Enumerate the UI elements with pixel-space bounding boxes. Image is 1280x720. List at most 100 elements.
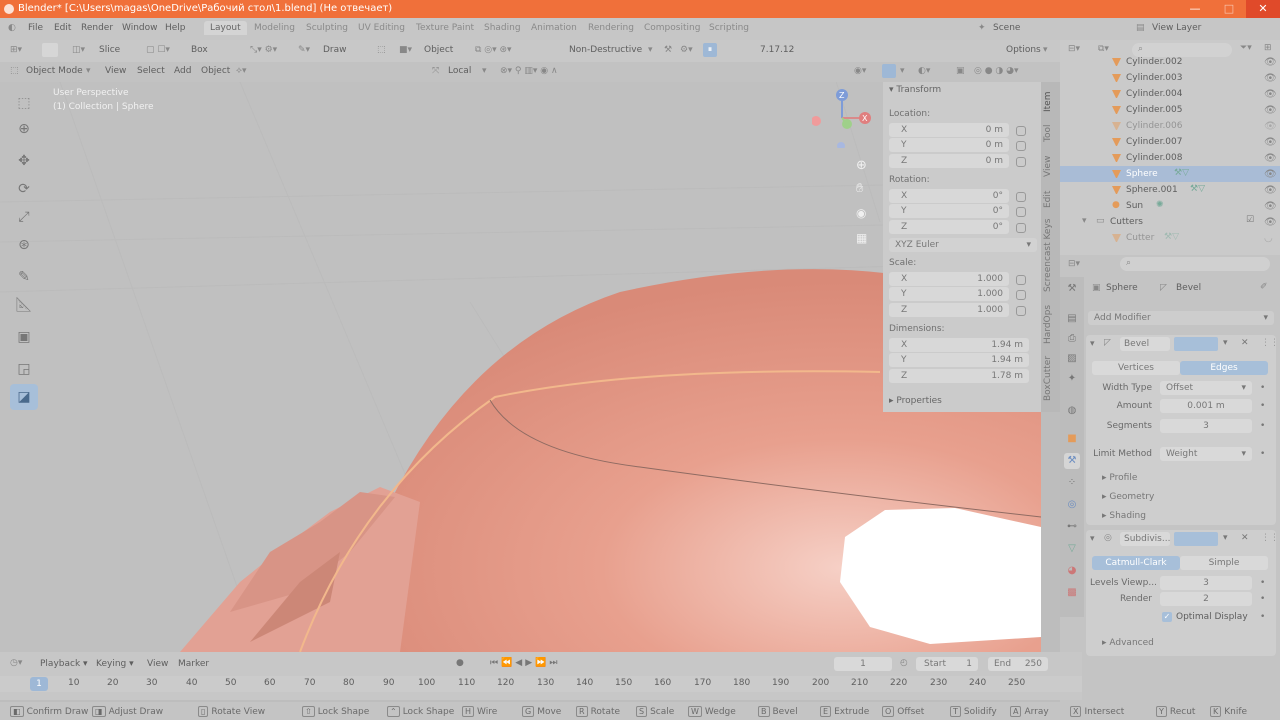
tab-animation[interactable]: Animation — [531, 23, 577, 33]
draw-icon[interactable]: ✎▾ — [298, 45, 310, 55]
current-frame-field[interactable]: 1 — [834, 657, 892, 671]
slice-icon[interactable]: ◫▾ — [72, 45, 85, 55]
draw-label[interactable]: Draw — [323, 45, 347, 55]
menu-file[interactable]: File — [28, 23, 43, 33]
properties-panel-header[interactable]: ▸ Properties — [889, 396, 942, 406]
menu-help[interactable]: Help — [165, 23, 186, 33]
outliner-row[interactable]: Cylinder.006 👁︎ — [1060, 118, 1280, 134]
tab-shading[interactable]: Shading — [484, 23, 521, 33]
box-label[interactable]: Box — [191, 45, 208, 55]
pan-hand-icon[interactable]: ✋︎ — [856, 181, 863, 196]
transform-tool-icon[interactable]: ⊛ — [10, 232, 38, 258]
outliner-row[interactable]: Cylinder.004 👁︎ — [1060, 86, 1280, 102]
tool-options-icons[interactable]: ⧉ ◎▾ ⊛▾ — [475, 45, 512, 55]
xray-icon[interactable]: ▣ — [956, 66, 965, 76]
keyframe-dot-icon[interactable]: • — [1260, 578, 1265, 588]
add-modifier-dropdown[interactable]: Add Modifier ▾ — [1088, 311, 1274, 325]
collapse-icon[interactable]: ▾ — [1090, 534, 1095, 544]
tab-layout[interactable]: Layout — [204, 21, 247, 35]
remove-icon[interactable]: ✕ — [1241, 338, 1249, 348]
mode-dropdown[interactable]: Non-Destructive — [569, 45, 642, 55]
hardops-tool-icon[interactable]: ◲ — [10, 356, 38, 382]
move-tool-icon[interactable]: ✥ — [10, 148, 38, 174]
grid-view-icon[interactable]: ▦ — [856, 231, 867, 245]
lock-icon[interactable] — [1016, 275, 1026, 285]
render-tab-icon[interactable]: ▤ — [1064, 311, 1080, 327]
physics-tab-icon[interactable]: ◎ — [1064, 497, 1080, 513]
modifier-tab-icon[interactable]: ⚒ — [1064, 453, 1080, 469]
scale-tool-icon[interactable]: ⤢ — [10, 204, 38, 230]
scale-x-field[interactable]: X 1.000 — [889, 272, 1009, 286]
scene-name-field[interactable]: Scene — [993, 23, 1020, 33]
playback-menu[interactable]: Playback ▾ — [40, 659, 88, 669]
gizmo-chevron-icon[interactable]: ▾ — [900, 66, 905, 76]
maximize-button[interactable]: □ — [1212, 0, 1246, 18]
width-type-select[interactable]: Offset ▾ — [1160, 381, 1252, 395]
location-y-field[interactable]: Y0 m — [889, 138, 1009, 152]
texture-tab-icon[interactable]: ▩ — [1064, 585, 1080, 601]
lock-icon[interactable] — [1016, 192, 1026, 202]
outliner-editor-icon[interactable]: ⊟▾ — [1068, 44, 1080, 54]
view-layer-field[interactable]: View Layer — [1152, 23, 1201, 33]
rotation-y-field[interactable]: Y 0° — [889, 204, 1009, 218]
drag-handle-icon[interactable]: ⋮⋮ — [1261, 533, 1279, 543]
slice-label[interactable]: Slice — [99, 45, 120, 55]
keyframe-dot-icon[interactable]: • — [1260, 401, 1265, 411]
timeline-editor-icon[interactable]: ◷▾ — [10, 658, 22, 668]
tab-item[interactable]: Item — [1043, 88, 1058, 116]
cursor-icon[interactable]: ⬚ — [377, 45, 386, 55]
subdiv-tab-simple[interactable]: Simple — [1180, 556, 1268, 570]
menu-window[interactable]: Window — [122, 23, 158, 33]
amount-field[interactable]: 0.001 m — [1160, 399, 1252, 413]
blender-menu-icon[interactable]: ◐ — [8, 23, 16, 33]
outliner-row[interactable]: Cylinder.008 👁︎ — [1060, 150, 1280, 166]
clock-icon[interactable]: ◴ — [900, 658, 908, 668]
profile-subpanel[interactable]: ▸ Profile — [1102, 473, 1137, 483]
gear-icon[interactable]: ⚙▾ — [680, 45, 693, 55]
particles-tab-icon[interactable]: ⁘ — [1064, 475, 1080, 491]
dimensions-x-field[interactable]: X 1.94 m — [889, 338, 1029, 352]
menu-object[interactable]: Object — [201, 66, 230, 76]
properties-search-input[interactable]: ⌕ — [1120, 257, 1270, 271]
menu-add[interactable]: Add — [174, 66, 191, 76]
geometry-subpanel[interactable]: ▸ Geometry — [1102, 492, 1154, 502]
box-shape-icon[interactable]: ▢ ☐▾ — [146, 45, 170, 55]
lock-icon[interactable] — [1016, 141, 1026, 151]
segments-field[interactable]: 3 — [1160, 419, 1252, 433]
remove-icon[interactable]: ✕ — [1241, 533, 1249, 543]
camera-icon[interactable]: ◉ — [856, 206, 866, 220]
bevel-tab-vertices[interactable]: Vertices — [1092, 361, 1180, 375]
output-tab-icon[interactable]: ⎙ — [1064, 331, 1080, 347]
minimize-button[interactable]: — — [1178, 0, 1212, 18]
tool-tab-icon[interactable]: ⚒ — [1064, 281, 1080, 297]
world-tab-icon[interactable]: ◍ — [1064, 403, 1080, 419]
active-tool-icon[interactable] — [42, 43, 58, 57]
editor-type-icon[interactable]: ⊞▾ — [10, 45, 22, 55]
dropdown-chevron-icon[interactable]: ▾ — [1223, 338, 1228, 348]
shading-modes-icon[interactable]: ◎ ● ◑ ◕▾ — [974, 66, 1019, 76]
subdiv-name-field[interactable]: Subdivis... — [1120, 532, 1170, 546]
shading-subpanel[interactable]: ▸ Shading — [1102, 511, 1146, 521]
limit-method-select[interactable]: Weight ▾ — [1160, 447, 1252, 461]
tab-rendering[interactable]: Rendering — [588, 23, 634, 33]
orientation-select[interactable]: Local — [448, 66, 471, 76]
outliner-row[interactable]: Cutter ⚒▽ ◡ — [1060, 230, 1280, 246]
lock-icon[interactable] — [1016, 126, 1026, 136]
rotate-tool-icon[interactable]: ⟳ — [10, 176, 38, 202]
material-tab-icon[interactable]: ◕ — [1064, 563, 1080, 579]
outliner-row[interactable]: Cylinder.005 👁︎ — [1060, 102, 1280, 118]
record-icon[interactable]: ● — [456, 658, 464, 668]
rotation-z-field[interactable]: Z 0° — [889, 220, 1009, 234]
keyframe-dot-icon[interactable]: • — [1260, 612, 1265, 622]
display-mode-icon[interactable]: ⧉▾ — [1098, 44, 1109, 54]
timeline-view-menu[interactable]: View — [147, 659, 168, 669]
scene-tab-icon[interactable]: ✦ — [1064, 371, 1080, 387]
outliner-row-collection[interactable]: ▾ ▭ Cutters ☑ 👁︎ — [1060, 214, 1280, 230]
keyframe-dot-icon[interactable]: • — [1260, 449, 1265, 459]
optimal-display-checkbox[interactable]: ✓ — [1162, 612, 1172, 622]
pause-icon[interactable]: ⏸ — [703, 43, 717, 57]
tab-screencast-keys[interactable]: Screencast Keys — [1043, 219, 1058, 293]
zoom-icon[interactable]: ⊕ — [856, 158, 867, 173]
cursor-tool-icon[interactable]: ⊕ — [10, 116, 38, 142]
tab-uv-editing[interactable]: UV Editing — [358, 23, 405, 33]
